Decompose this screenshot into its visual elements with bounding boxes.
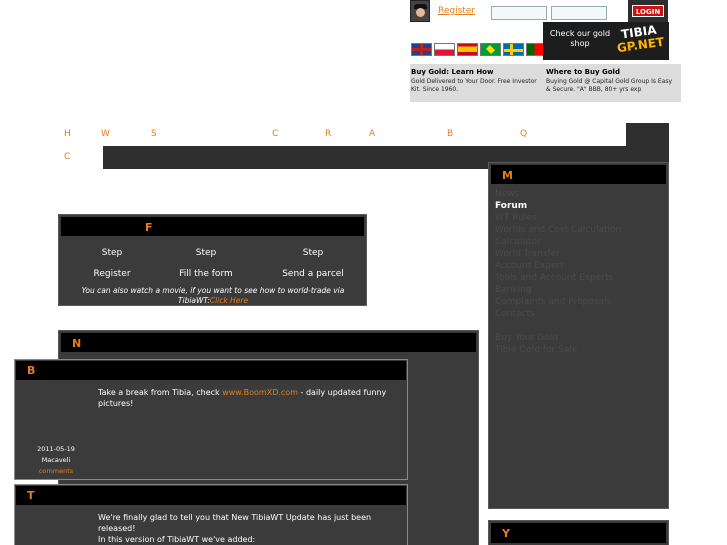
nav-item-h[interactable]: H — [64, 129, 71, 139]
flag-br-icon[interactable] — [480, 43, 501, 56]
flag-uk-icon[interactable] — [411, 43, 432, 56]
register-link[interactable]: Register — [438, 6, 475, 16]
nav-item-c[interactable]: C — [272, 129, 278, 139]
how-to-header: F — [61, 217, 364, 236]
menu-item[interactable]: Complaints and Proposals — [495, 297, 611, 307]
username-input[interactable] — [491, 6, 547, 20]
movie-note: You can also watch a movie, if you want … — [63, 286, 363, 306]
post-author: Macaveli — [41, 456, 71, 464]
nav-item-c2[interactable]: C — [64, 152, 70, 162]
nav-bar-filler — [626, 123, 669, 146]
menu-item[interactable]: Worlds and Cost Calculation — [495, 225, 621, 235]
flag-es-icon[interactable] — [457, 43, 478, 56]
news-header: N — [61, 333, 476, 352]
news-post: B Take a break from Tibia, check www.Boo… — [14, 359, 408, 480]
step-fill-form: Fill the form — [179, 269, 233, 279]
nav-item-w[interactable]: W — [101, 129, 110, 139]
menu-item[interactable]: Contacts — [495, 309, 535, 319]
post-title: T — [27, 489, 35, 502]
news-post: T We're finally glad to tell you that Ne… — [14, 484, 408, 545]
login-area: LOGIN — [628, 0, 668, 22]
password-input[interactable] — [551, 6, 607, 20]
menu-item[interactable]: World Transfer — [495, 249, 560, 259]
post-line: We're finally glad to tell you that New … — [98, 513, 372, 533]
ad-desc: Gold Delivered to Your Door. Free Invest… — [411, 78, 537, 93]
step-label: Step — [195, 248, 217, 258]
nav-item-r[interactable]: R — [325, 129, 331, 139]
nav-bar — [58, 123, 626, 146]
post-header: B — [16, 361, 406, 380]
post-title: B — [27, 364, 36, 377]
menu-item[interactable]: Tools and Account Experts — [495, 273, 613, 283]
nav-item-b[interactable]: B — [447, 129, 453, 139]
menu-item[interactable]: Calculator — [495, 237, 541, 247]
click-here-link[interactable]: Click Here — [210, 296, 248, 305]
y-title: Y — [502, 527, 510, 540]
post-body: Take a break from Tibia, check www.BoomX… — [98, 387, 407, 409]
gold-shop-banner[interactable]: Check our gold shop TIBIA GP.NET — [543, 22, 669, 60]
y-header: Y — [491, 523, 666, 543]
news-title: N — [72, 337, 82, 350]
menu-item[interactable]: News — [495, 189, 519, 199]
comments-link[interactable]: comments — [29, 466, 83, 477]
post-line: In this version of TibiaWT we've added: — [98, 535, 256, 544]
ad-desc: Buying Gold @ Capital Gold Group Is Easy… — [546, 78, 673, 93]
menu-title: M — [502, 169, 513, 182]
nav-item-a[interactable]: A — [369, 129, 375, 139]
ad-title[interactable]: Where to Buy Gold — [546, 68, 678, 76]
menu-item[interactable]: Buy Your Gold — [495, 333, 558, 343]
menu-item[interactable]: Account Expert — [495, 261, 564, 271]
menu-item[interactable]: Forum — [495, 201, 527, 211]
post-header: T — [16, 486, 406, 505]
ad-buy-gold[interactable]: Buy Gold: Learn How Gold Delivered to Yo… — [411, 68, 543, 94]
menu-panel: M News Forum WT Rules Worlds and Cost Ca… — [488, 162, 669, 509]
ad-title[interactable]: Buy Gold: Learn How — [411, 68, 543, 76]
ad-box: Buy Gold: Learn How Gold Delivered to Yo… — [410, 64, 681, 102]
step-label: Step — [101, 248, 123, 258]
tibiagp-logo: TIBIA GP.NET — [611, 22, 669, 59]
menu-header: M — [491, 165, 666, 184]
boomxd-link[interactable]: www.BoomXD.com — [222, 388, 298, 397]
menu-item[interactable]: Tibia Gold for Sale — [495, 345, 577, 355]
how-to-panel: F Step Step Step Register Fill the form … — [58, 214, 367, 306]
step-send-parcel: Send a parcel — [282, 269, 344, 279]
menu-item[interactable]: WT Rules — [495, 213, 537, 223]
post-meta: 2011-05-19 Macaveli comments — [29, 444, 83, 477]
flag-pl-icon[interactable] — [434, 43, 455, 56]
nav-item-q[interactable]: Q — [520, 129, 527, 139]
step-register: Register — [93, 269, 131, 279]
user-avatar-icon — [410, 0, 430, 22]
nav-item-s[interactable]: S — [151, 129, 157, 139]
step-label: Step — [302, 248, 324, 258]
how-to-title: F — [145, 221, 153, 234]
flag-se-icon[interactable] — [503, 43, 524, 56]
menu-item[interactable]: Banking — [495, 285, 532, 295]
gold-shop-text: Check our gold shop — [549, 29, 611, 48]
post-text: Take a break from Tibia, check — [98, 388, 223, 397]
ad-where-to-buy[interactable]: Where to Buy Gold Buying Gold @ Capital … — [546, 68, 678, 94]
y-panel: Y — [488, 520, 669, 545]
login-button[interactable]: LOGIN — [632, 5, 664, 17]
post-date: 2011-05-19 — [37, 445, 75, 453]
